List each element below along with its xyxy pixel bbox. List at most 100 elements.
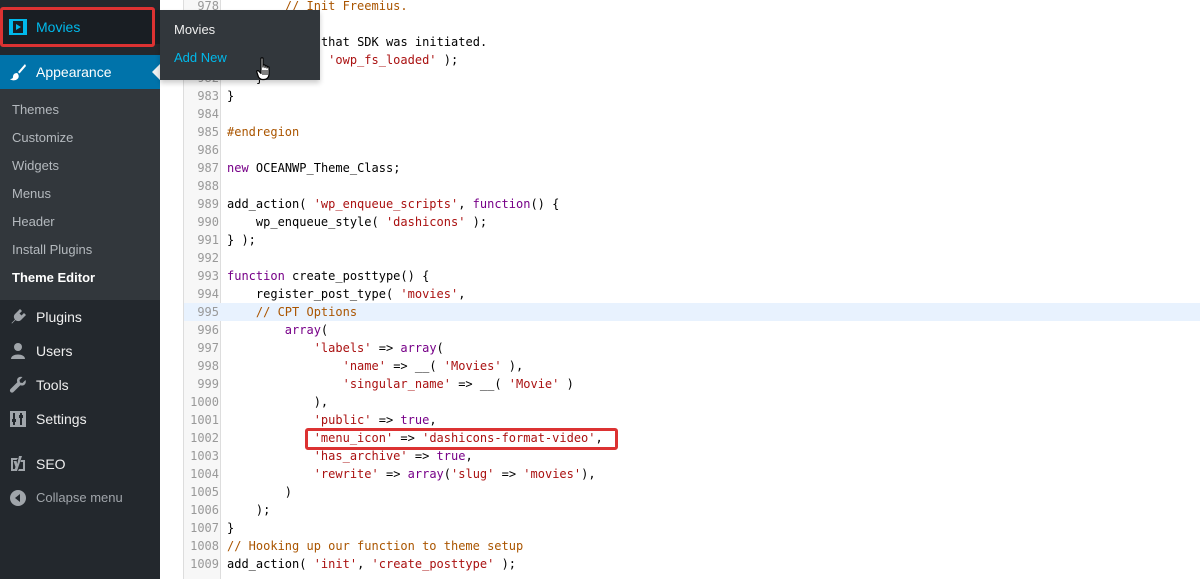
line-number: 989	[197, 197, 219, 211]
collapse-menu-label: Collapse menu	[36, 490, 123, 505]
code-line[interactable]: 1008 // Hooking up our function to theme …	[184, 537, 1200, 555]
code-text: 'rewrite' => array('slug' => 'movies'),	[313, 467, 596, 481]
code-line[interactable]: 991} );	[184, 231, 1200, 249]
sidebar-item-label: SEO	[36, 456, 66, 472]
code-text: // CPT Options	[255, 305, 358, 319]
code-line[interactable]: 983}	[184, 87, 1200, 105]
code-line[interactable]: 995 // CPT Options	[184, 303, 1200, 321]
line-number: 1009	[190, 557, 219, 571]
user-icon	[0, 342, 36, 360]
code-line[interactable]: 989 add_action( 'wp_enqueue_scripts', fun…	[184, 195, 1200, 213]
sidebar-item-label: Appearance	[36, 64, 112, 80]
code-text: register_post_type( 'movies',	[255, 287, 466, 301]
sidebar-item-label: Users	[36, 343, 73, 359]
code-line[interactable]: 984	[184, 105, 1200, 123]
sidebar-item-tools[interactable]: Tools	[0, 368, 160, 402]
sidebar-item-seo[interactable]: SEO	[0, 447, 160, 481]
code-line[interactable]: 998 'name' => __( 'Movies' ),	[184, 357, 1200, 375]
submenu-item-customize[interactable]: Customize	[0, 126, 160, 154]
code-line[interactable]: 993 function create_posttype() {	[184, 267, 1200, 285]
line-number: 986	[197, 143, 219, 157]
line-number: 999	[197, 377, 219, 391]
code-line[interactable]: 1009 add_action( 'init', 'create_posttype…	[184, 555, 1200, 573]
code-text: ),	[227, 395, 329, 409]
code-line[interactable]: 980 gnal that SDK was initiated.	[184, 33, 1200, 51]
video-icon	[0, 19, 36, 35]
code-line[interactable]: 1005 )	[184, 483, 1200, 501]
code-line[interactable]: 1002 'menu_icon' => 'dashicons-format-vi…	[184, 429, 1200, 447]
line-number: 1003	[190, 449, 219, 463]
sidebar-item-plugins[interactable]: Plugins	[0, 300, 160, 334]
code-line[interactable]: 985 #endregion	[184, 123, 1200, 141]
code-text: // Hooking up our function to theme setu…	[227, 539, 524, 553]
sidebar-item-label: Plugins	[36, 309, 82, 325]
code-line[interactable]: 1001 'public' => true,	[184, 411, 1200, 429]
code-line[interactable]: 978 // Init Freemius.	[184, 0, 1200, 15]
code-text: );	[227, 503, 271, 517]
line-number: 995	[197, 305, 219, 319]
code-line[interactable]: 1006 );	[184, 501, 1200, 519]
submenu-item-theme-editor[interactable]: Theme Editor	[0, 266, 160, 294]
submenu-item-themes[interactable]: Themes	[0, 98, 160, 126]
code-line[interactable]: 999 'singular_name' => __( 'Movie' )	[184, 375, 1200, 393]
code-text: 'singular_name' => __( 'Movie' )	[342, 377, 574, 391]
flyout-item-movies[interactable]: Movies	[160, 16, 320, 44]
code-line[interactable]: 1007}	[184, 519, 1200, 537]
submenu-item-install-plugins[interactable]: Install Plugins	[0, 238, 160, 266]
hand-pointer-icon	[256, 57, 274, 86]
paintbrush-icon	[0, 63, 36, 81]
code-line[interactable]: 992	[184, 249, 1200, 267]
wrench-icon	[0, 376, 36, 394]
code-line[interactable]: 988	[184, 177, 1200, 195]
sidebar-item-appearance[interactable]: Appearance	[0, 55, 160, 89]
code-text: 'menu_icon' => 'dashicons-format-video',	[313, 431, 603, 445]
code-text: #endregion	[227, 125, 300, 139]
code-line[interactable]: 996 array(	[184, 321, 1200, 339]
sidebar-item-movies[interactable]: Movies	[0, 10, 160, 44]
code-line[interactable]: 1003 'has_archive' => true,	[184, 447, 1200, 465]
code-line[interactable]: 997 'labels' => array(	[184, 339, 1200, 357]
code-line[interactable]: 982 }	[184, 69, 1200, 87]
line-number: 987	[197, 161, 219, 175]
code-text: add_action( 'wp_enqueue_scripts', functi…	[227, 197, 560, 211]
submenu-item-header[interactable]: Header	[0, 210, 160, 238]
code-text: 'public' => true,	[313, 413, 437, 427]
line-number: 1002	[190, 431, 219, 445]
line-number: 990	[197, 215, 219, 229]
code-text: }	[227, 521, 235, 535]
line-number: 1008	[190, 539, 219, 553]
flyout-item-add-new[interactable]: Add New	[160, 44, 320, 72]
line-number: 992	[197, 251, 219, 265]
plug-icon	[0, 308, 36, 326]
line-number: 983	[197, 89, 219, 103]
sidebar-item-settings[interactable]: Settings	[0, 402, 160, 436]
sidebar-item-label: Tools	[36, 377, 69, 393]
code-line[interactable]: 990 wp_enqueue_style( 'dashicons' );	[184, 213, 1200, 231]
collapse-menu-button[interactable]: Collapse menu	[0, 481, 160, 515]
submenu-item-widgets[interactable]: Widgets	[0, 154, 160, 182]
line-number: 984	[197, 107, 219, 121]
code-line[interactable]: 986	[184, 141, 1200, 159]
sliders-icon	[0, 410, 36, 428]
code-text: 'labels' => array(	[313, 341, 444, 355]
submenu-item-menus[interactable]: Menus	[0, 182, 160, 210]
code-text: function create_posttype() {	[227, 269, 430, 283]
line-number: 1007	[190, 521, 219, 535]
code-text: new OCEANWP_Theme_Class;	[227, 161, 401, 175]
line-number: 997	[197, 341, 219, 355]
appearance-submenu: Themes Customize Widgets Menus Header In…	[0, 89, 160, 300]
code-line[interactable]: 979 s();	[184, 15, 1200, 33]
code-line[interactable]: 1004 'rewrite' => array('slug' => 'movie…	[184, 465, 1200, 483]
code-text: 'name' => __( 'Movies' ),	[342, 359, 524, 373]
code-line[interactable]: 1000 ),	[184, 393, 1200, 411]
code-editor[interactable]: 978 // Init Freemius.979 s();980 gnal th…	[183, 0, 1200, 579]
code-line[interactable]: 994 register_post_type( 'movies',	[184, 285, 1200, 303]
line-number: 998	[197, 359, 219, 373]
code-line[interactable]: 981 tion( 'owp_fs_loaded' );	[184, 51, 1200, 69]
movies-flyout-menu: Movies Add New	[160, 10, 320, 80]
sidebar-item-users[interactable]: Users	[0, 334, 160, 368]
line-number: 991	[197, 233, 219, 247]
code-line[interactable]: 987 new OCEANWP_Theme_Class;	[184, 159, 1200, 177]
line-number: 985	[197, 125, 219, 139]
admin-sidebar: Movies Appearance Themes Customize Widge…	[0, 0, 160, 579]
